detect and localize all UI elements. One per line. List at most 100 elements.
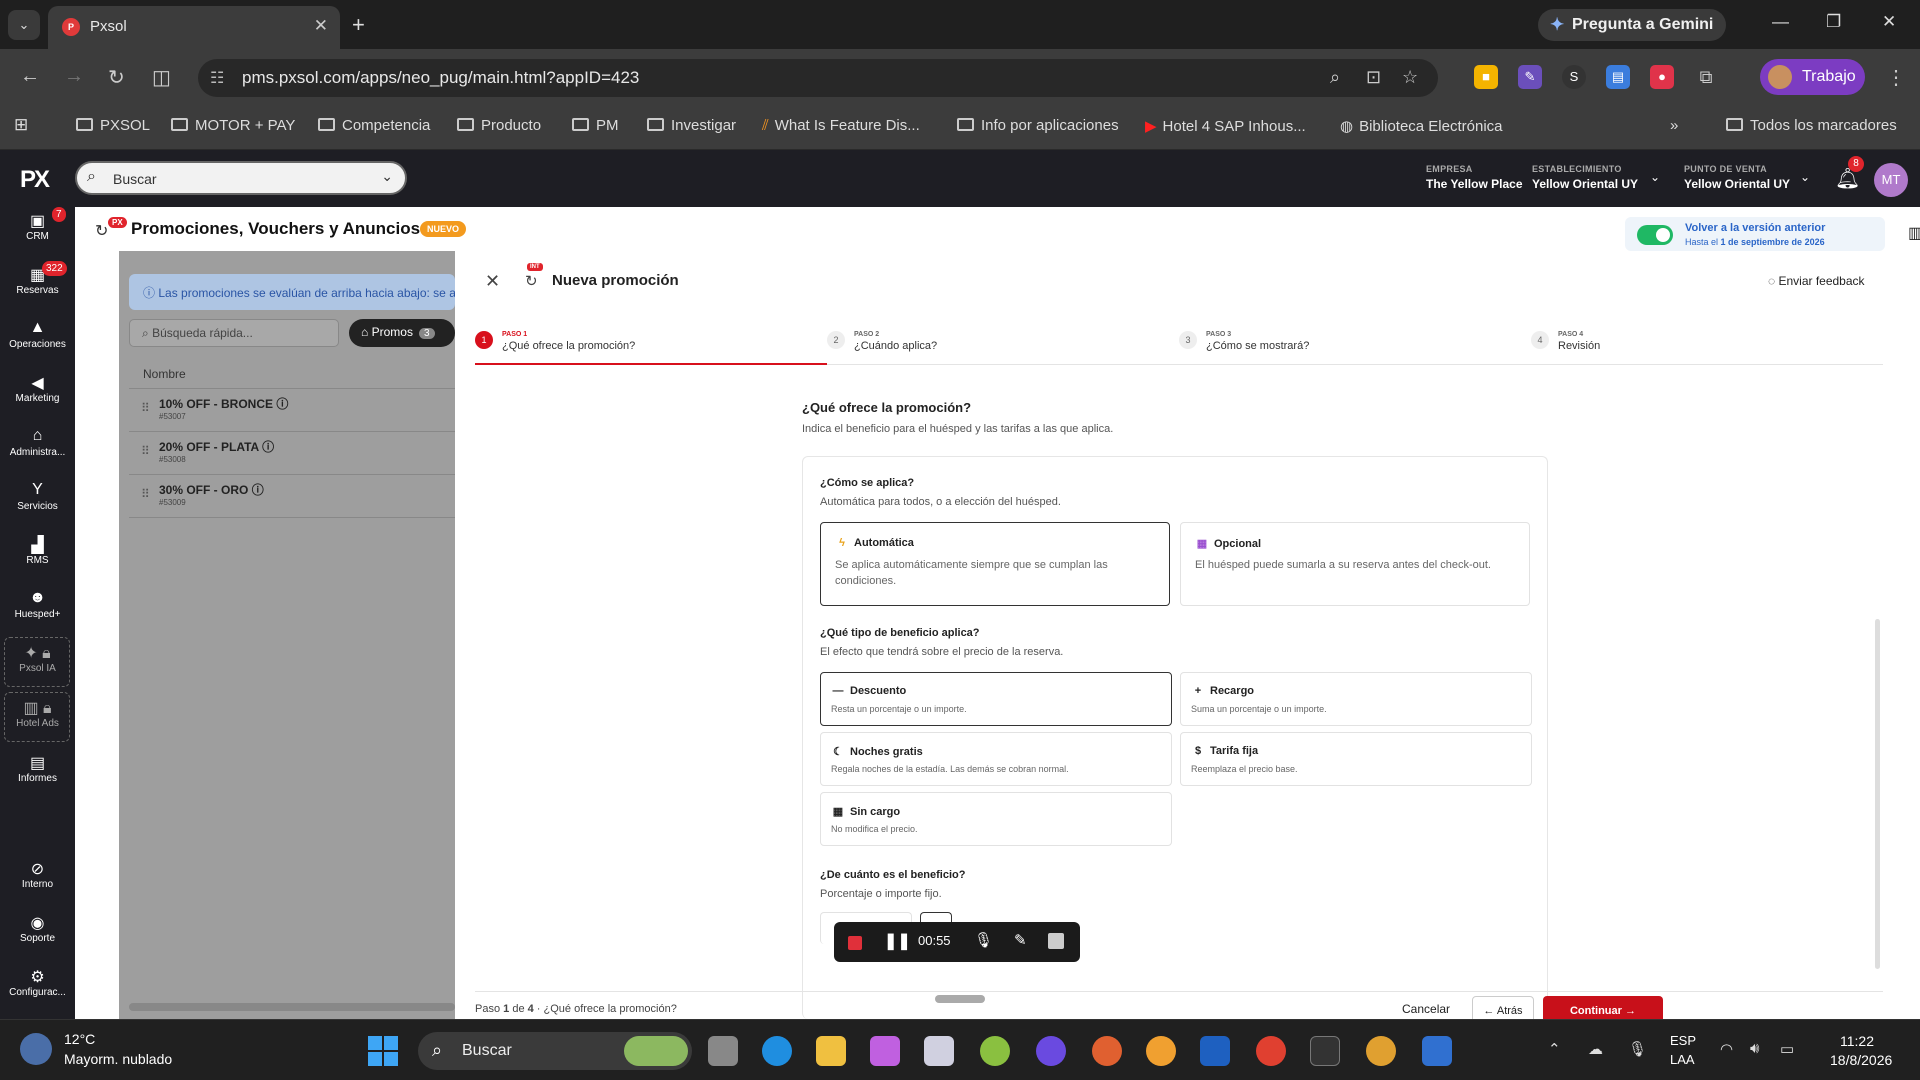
snipping-tool-icon[interactable]	[924, 1036, 954, 1066]
forward-arrow-icon[interactable]: →	[64, 65, 84, 88]
promos-filter-button[interactable]: ⌂ Promos 3	[349, 319, 455, 347]
chrome-profile-icon[interactable]	[1366, 1036, 1396, 1066]
app-orb-icon[interactable]	[1036, 1036, 1066, 1066]
extension-record-icon[interactable]: ●	[1650, 65, 1674, 89]
install-app-icon[interactable]: ⊡	[1366, 67, 1381, 88]
pen-icon[interactable]: ✎	[1014, 931, 1027, 949]
bookmark-folder[interactable]: PXSOL	[76, 117, 150, 134]
file-explorer-icon[interactable]	[816, 1036, 846, 1066]
user-avatar[interactable]: MT	[1874, 163, 1908, 197]
site-info-icon[interactable]: ☷	[210, 68, 224, 88]
browser-tab[interactable]: P Pxsol ✕	[48, 6, 340, 49]
close-window-button[interactable]: ✕	[1882, 12, 1896, 32]
address-bar[interactable]: ☷ pms.pxsol.com/apps/neo_pug/main.html?a…	[198, 59, 1438, 97]
terminal-icon[interactable]	[1310, 1036, 1340, 1066]
more-bookmarks-icon[interactable]: »	[1670, 117, 1678, 134]
volume-icon[interactable]: 🔊︎	[1750, 1040, 1759, 1057]
bookmark-link[interactable]: ▶ Hotel 4 SAP Inhous...	[1145, 117, 1306, 135]
new-tab-button[interactable]: +	[352, 12, 365, 38]
horizontal-scrollbar[interactable]	[129, 1003, 455, 1011]
bookmark-folder[interactable]: Competencia	[318, 117, 430, 134]
extension-feather-icon[interactable]: ✎	[1518, 65, 1542, 89]
app-face-icon[interactable]	[1146, 1036, 1176, 1066]
microphone-icon[interactable]: 🎙︎	[974, 931, 993, 949]
close-icon[interactable]: ✕	[485, 271, 500, 292]
sidebar-item-interno[interactable]: ⊘ Interno	[0, 859, 75, 890]
option-recargo[interactable]: + Recargo Suma un porcentaje o un importe…	[1180, 672, 1532, 726]
chevron-up-icon[interactable]: ⌃	[1548, 1040, 1561, 1058]
bookmark-folder[interactable]: PM	[572, 117, 619, 134]
bookmark-folder[interactable]: Producto	[457, 117, 541, 134]
restore-button[interactable]: ❐	[1826, 12, 1841, 32]
copilot-icon[interactable]	[870, 1036, 900, 1066]
clock-date[interactable]: 18/8/2026	[1830, 1052, 1892, 1068]
drag-handle-icon[interactable]: ⠿	[141, 401, 150, 415]
language-indicator[interactable]: ESP	[1670, 1033, 1696, 1048]
refresh-icon[interactable]: ↻	[525, 272, 538, 290]
global-search-input[interactable]: ⌕ Buscar ⌄	[75, 161, 407, 195]
bookmark-folder[interactable]: MOTOR + PAY	[171, 117, 295, 134]
book-icon[interactable]: ▥	[1908, 223, 1920, 243]
language-layout[interactable]: LAA	[1670, 1052, 1695, 1067]
all-bookmarks[interactable]: Todos los marcadores	[1726, 117, 1897, 134]
sidebar-item-configuracion[interactable]: ⚙ Configurac...	[0, 967, 75, 998]
claude-icon[interactable]	[1092, 1036, 1122, 1066]
modal-scrollbar[interactable]	[1875, 619, 1880, 969]
extension-s-icon[interactable]: S	[1562, 65, 1586, 89]
notepad-icon[interactable]	[1422, 1036, 1452, 1066]
cancel-button[interactable]: Cancelar	[1402, 1002, 1450, 1016]
tab-search-button[interactable]: ⌄	[8, 10, 40, 40]
apps-grid-icon[interactable]: ⊞	[14, 115, 28, 135]
stop-recording-button[interactable]	[848, 936, 862, 950]
minimize-button[interactable]: —	[1772, 12, 1789, 32]
back-arrow-icon[interactable]: ←	[20, 65, 40, 88]
sidebar-item-rms[interactable]: ▟ RMS	[0, 535, 75, 566]
weather-icon[interactable]	[20, 1033, 52, 1065]
extension-docs-icon[interactable]: ▤	[1606, 65, 1630, 89]
sidebar-item-administracion[interactable]: ⌂ Administra...	[0, 427, 75, 458]
pause-icon[interactable]: ❚❚	[884, 931, 911, 951]
gemini-button[interactable]: ✦ Pregunta a Gemini	[1538, 9, 1726, 41]
split-view-icon[interactable]: ◫	[152, 65, 171, 90]
option-opcional[interactable]: ▦ Opcional El huésped puede sumarla a su …	[1180, 522, 1530, 606]
sidebar-item-hotel-ads[interactable]: ▥ 🔒︎ Hotel Ads	[0, 698, 75, 729]
wifi-icon[interactable]: ◠	[1720, 1040, 1733, 1058]
quick-search-input[interactable]: ⌕ Búsqueda rápida...	[129, 319, 339, 347]
send-feedback-button[interactable]: ◌ Enviar feedback	[1768, 274, 1865, 288]
bookmark-folder[interactable]: Info por aplicaciones	[957, 117, 1119, 134]
profile-button[interactable]: Trabajo	[1760, 59, 1865, 95]
sidebar-item-soporte[interactable]: ◉ Soporte	[0, 913, 75, 944]
microphone-icon[interactable]: 🎙︎	[1628, 1040, 1647, 1058]
onedrive-icon[interactable]: ☁	[1588, 1040, 1603, 1058]
sidebar-item-operaciones[interactable]: ▲ Operaciones	[0, 319, 75, 350]
chevron-down-icon[interactable]: ⌄	[1650, 170, 1660, 184]
weather-temp[interactable]: 12°C	[64, 1031, 95, 1047]
reload-icon[interactable]: ↻	[108, 65, 125, 90]
option-automatica[interactable]: ϟ Automática Se aplica automáticamente si…	[820, 522, 1170, 606]
bookmark-link[interactable]: ⫽ What Is Feature Dis...	[762, 117, 920, 134]
camera-icon[interactable]	[1048, 933, 1064, 949]
app-spiral-icon[interactable]	[980, 1036, 1010, 1066]
extensions-puzzle-icon[interactable]: ⧉	[1694, 65, 1718, 89]
task-view-icon[interactable]	[708, 1036, 738, 1066]
option-descuento[interactable]: — Descuento Resta un porcentaje o un impo…	[820, 672, 1172, 726]
drag-handle-icon[interactable]: ⠿	[141, 444, 150, 458]
chevron-down-icon[interactable]: ⌄	[1800, 170, 1810, 184]
zoom-icon[interactable]: ⌕	[1330, 67, 1340, 88]
bookmark-link[interactable]: ◍ Biblioteca Electrónica	[1340, 117, 1503, 135]
app-a-icon[interactable]	[1200, 1036, 1230, 1066]
refresh-icon[interactable]: ↻	[95, 221, 108, 241]
version-toggle-switch[interactable]	[1637, 225, 1673, 245]
taskbar-search[interactable]: ⌕ Buscar	[418, 1032, 692, 1070]
bookmark-star-icon[interactable]: ☆	[1402, 67, 1418, 88]
sidebar-item-informes[interactable]: ▤ Informes	[0, 753, 75, 784]
bottom-drag-handle[interactable]	[935, 995, 985, 1003]
previous-version-toggle[interactable]: Volver a la versión anterior Hasta el 1 …	[1625, 217, 1885, 251]
sidebar-item-marketing[interactable]: ◀ Marketing	[0, 373, 75, 404]
empresa-selector[interactable]: EMPRESA The Yellow Place	[1426, 164, 1523, 191]
windows-start-icon[interactable]	[368, 1036, 398, 1066]
weather-desc[interactable]: Mayorm. nublado	[64, 1051, 172, 1067]
chrome-menu-icon[interactable]: ⋮	[1886, 65, 1906, 90]
option-noches-gratis[interactable]: ☾ Noches gratis Regala noches de la estad…	[820, 732, 1172, 786]
sidebar-item-huesped[interactable]: ☻ Huesped+	[0, 589, 75, 620]
